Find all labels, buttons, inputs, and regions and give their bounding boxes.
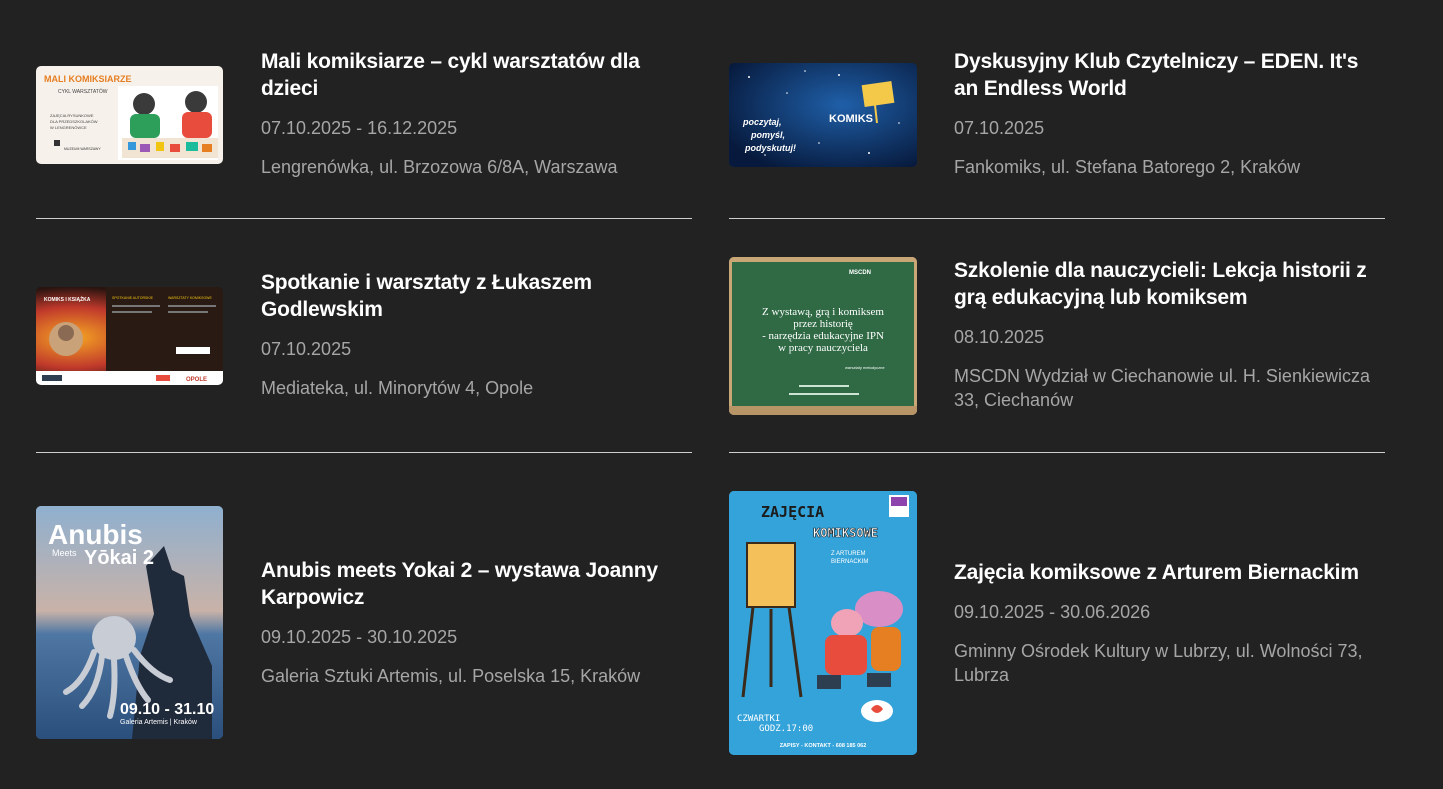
svg-text:Z wystawą, grą i komiksem: Z wystawą, grą i komiksem bbox=[762, 306, 884, 318]
poster-illustration: KOMIKS I KSIĄŻKA SPOTKANIE AUTORSKIE WAR… bbox=[36, 287, 223, 385]
svg-text:podyskutuj!: podyskutuj! bbox=[744, 143, 796, 153]
svg-text:SPOTKANIE AUTORSKIE: SPOTKANIE AUTORSKIE bbox=[112, 296, 154, 300]
svg-text:przez historię: przez historię bbox=[793, 318, 853, 330]
svg-text:09.10 - 31.10: 09.10 - 31.10 bbox=[120, 701, 214, 718]
anubis-poster-illustration: Anubis Meets Yōkai 2 09.10 - 31.10 Galer… bbox=[36, 506, 223, 739]
svg-text:DLA PRZEDSZKOLAKÓW: DLA PRZEDSZKOLAKÓW bbox=[50, 119, 98, 124]
svg-text:MALI KOMIKSIARZE: MALI KOMIKSIARZE bbox=[44, 74, 132, 84]
svg-text:Anubis: Anubis bbox=[48, 519, 143, 550]
svg-text:KOMIKS: KOMIKS bbox=[829, 113, 873, 125]
svg-text:ZAJĘCIA RYSUNKOWE: ZAJĘCIA RYSUNKOWE bbox=[50, 113, 94, 118]
event-date: 07.10.2025 bbox=[954, 118, 1045, 138]
svg-text:warsztaty metodyczne: warsztaty metodyczne bbox=[845, 365, 885, 370]
event-title[interactable]: Mali komiksiarze – cykl warsztatów dla d… bbox=[261, 48, 691, 102]
divider bbox=[36, 452, 692, 453]
event-location: Gminny Ośrodek Kultury w Lubrzy, ul. Wol… bbox=[954, 641, 1363, 685]
svg-text:pomyśl,: pomyśl, bbox=[750, 130, 785, 140]
divider bbox=[729, 218, 1385, 219]
event-date: 07.10.2025 bbox=[261, 339, 352, 359]
svg-text:ZAJĘCIA: ZAJĘCIA bbox=[761, 503, 824, 521]
starry-sky-illustration: poczytaj, pomyśl, podyskutuj! KOMIKS bbox=[729, 63, 917, 167]
event-thumbnail[interactable]: poczytaj, pomyśl, podyskutuj! KOMIKS bbox=[729, 63, 917, 167]
event-title[interactable]: Dyskusyjny Klub Czytelniczy – EDEN. It's… bbox=[954, 48, 1384, 102]
svg-text:ZAPISY - KONTAKT - 608 185 062: ZAPISY - KONTAKT - 608 185 062 bbox=[780, 743, 867, 749]
event-date: 09.10.2025 - 30.06.2026 bbox=[954, 602, 1151, 622]
svg-text:CZWARTKI: CZWARTKI bbox=[737, 714, 780, 724]
svg-text:KOMIKS I KSIĄŻKA: KOMIKS I KSIĄŻKA bbox=[44, 296, 91, 303]
svg-text:poczytaj,: poczytaj, bbox=[742, 117, 782, 127]
svg-text:WARSZTATY KOMIKSOWE: WARSZTATY KOMIKSOWE bbox=[168, 296, 212, 300]
event-thumbnail[interactable]: Anubis Meets Yōkai 2 09.10 - 31.10 Galer… bbox=[36, 506, 223, 739]
comic-class-poster-illustration: ZAJĘCIA KOMIKSOWE Z ARTUREM BIERNACKIM C… bbox=[729, 491, 917, 755]
svg-text:Yōkai 2: Yōkai 2 bbox=[84, 547, 154, 569]
workshop-illustration: MALI KOMIKSIARZE CYKL WARSZTATÓW ZAJĘCIA… bbox=[44, 74, 218, 160]
svg-text:Z ARTUREM: Z ARTUREM bbox=[831, 551, 866, 557]
divider bbox=[36, 218, 692, 219]
svg-text:W LENGRENÓWCE: W LENGRENÓWCE bbox=[50, 125, 87, 130]
svg-text:GODZ.17:00: GODZ.17:00 bbox=[759, 724, 813, 734]
event-title[interactable]: Zajęcia komiksowe z Arturem Biernackim bbox=[954, 559, 1384, 586]
svg-text:MUZEUM WARSZAWY: MUZEUM WARSZAWY bbox=[64, 147, 101, 151]
event-thumbnail[interactable]: ZAJĘCIA KOMIKSOWE Z ARTUREM BIERNACKIM C… bbox=[729, 491, 917, 755]
divider bbox=[729, 452, 1385, 453]
event-thumbnail[interactable]: MALI KOMIKSIARZE CYKL WARSZTATÓW ZAJĘCIA… bbox=[36, 66, 223, 164]
event-location: Mediateka, ul. Minorytów 4, Opole bbox=[261, 378, 534, 398]
svg-text:BIERNACKIM: BIERNACKIM bbox=[831, 559, 868, 565]
svg-text:OPOLE: OPOLE bbox=[186, 377, 207, 383]
svg-text:CYKL WARSZTATÓW: CYKL WARSZTATÓW bbox=[58, 88, 108, 95]
svg-text:KOMIKSOWE: KOMIKSOWE bbox=[813, 526, 878, 540]
event-date: 07.10.2025 - 16.12.2025 bbox=[261, 118, 458, 138]
event-title[interactable]: Szkolenie dla nauczycieli: Lekcja histor… bbox=[954, 257, 1384, 311]
event-title[interactable]: Anubis meets Yokai 2 – wystawa Joanny Ka… bbox=[261, 557, 691, 611]
svg-text:Galeria Artemis | Kraków: Galeria Artemis | Kraków bbox=[120, 719, 198, 726]
event-title[interactable]: Spotkanie i warsztaty z Łukaszem Godlews… bbox=[261, 269, 691, 323]
event-location: Galeria Sztuki Artemis, ul. Poselska 15,… bbox=[261, 666, 641, 686]
event-location: MSCDN Wydział w Ciechanowie ul. H. Sienk… bbox=[954, 366, 1370, 410]
event-location: Fankomiks, ul. Stefana Batorego 2, Krakó… bbox=[954, 157, 1301, 177]
chalkboard-illustration: MSCDN Z wystawą, grą i komiksem przez hi… bbox=[729, 257, 917, 415]
svg-text:- narzędzia edukacyjne IPN: - narzędzia edukacyjne IPN bbox=[762, 330, 884, 342]
event-thumbnail[interactable]: MSCDN Z wystawą, grą i komiksem przez hi… bbox=[729, 257, 917, 415]
event-location: Lengrenówka, ul. Brzozowa 6/8A, Warszawa bbox=[261, 157, 618, 177]
event-date: 08.10.2025 bbox=[954, 327, 1045, 347]
event-thumbnail[interactable]: KOMIKS I KSIĄŻKA SPOTKANIE AUTORSKIE WAR… bbox=[36, 287, 223, 385]
svg-text:MSCDN: MSCDN bbox=[849, 270, 871, 276]
svg-text:w pracy nauczyciela: w pracy nauczyciela bbox=[778, 342, 868, 354]
event-date: 09.10.2025 - 30.10.2025 bbox=[261, 627, 458, 647]
svg-text:Meets: Meets bbox=[52, 548, 77, 558]
